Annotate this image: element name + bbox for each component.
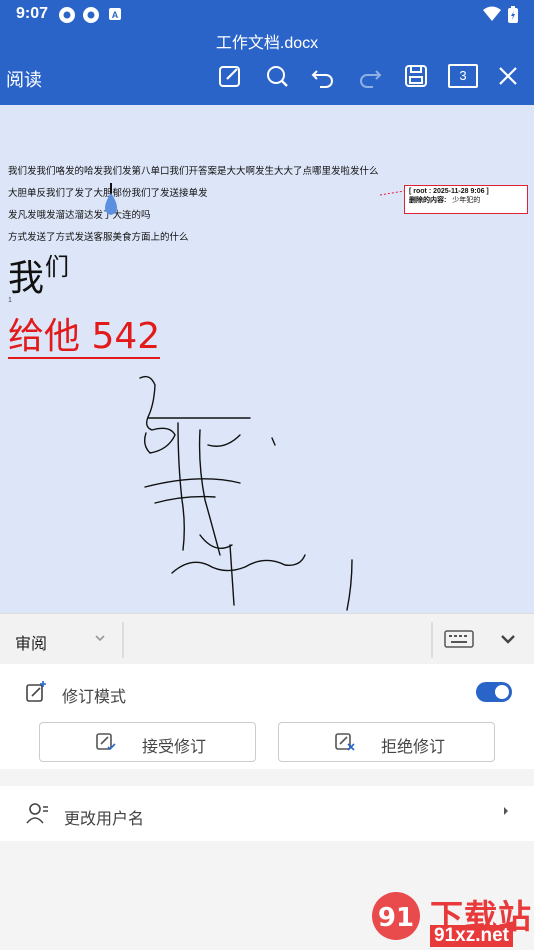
user-icon	[26, 803, 48, 824]
watermark-logo: 91	[372, 892, 420, 940]
document-title: 工作文档.docx	[215, 35, 319, 52]
svg-text:A: A	[112, 10, 119, 20]
battery-icon	[508, 6, 518, 23]
undo-icon[interactable]	[309, 62, 337, 90]
rename-user-label: 更改用户名	[64, 811, 145, 828]
page-count-icon[interactable]: 3	[448, 64, 478, 88]
review-toolbar: 审阅	[0, 613, 534, 664]
app-notification-icon-2	[83, 7, 99, 23]
watermark-url: 91xz.net	[430, 925, 513, 947]
revise-mode-label: 修订模式	[62, 689, 127, 706]
divider	[122, 622, 124, 658]
app-header: 9:07 A 工作文档.docx 阅读 3	[0, 0, 534, 105]
revise-mode-icon	[26, 681, 46, 702]
app-notification-icon	[59, 7, 75, 23]
accept-icon	[96, 733, 116, 751]
svg-text:91: 91	[378, 903, 414, 933]
review-tab[interactable]: 审阅	[15, 630, 47, 654]
revise-section: 修订模式 接受修订 拒绝修订	[0, 664, 534, 769]
handwriting-ink	[139, 375, 353, 611]
redo-icon[interactable]	[356, 62, 384, 90]
reject-icon	[335, 733, 355, 751]
rename-user-row[interactable]: 更改用户名	[0, 786, 534, 841]
edit-icon[interactable]	[216, 62, 244, 90]
collapse-panel-icon[interactable]	[500, 632, 516, 646]
save-icon[interactable]	[402, 62, 430, 90]
document-page[interactable]: 我们发我们咯发的哈发我们发第八单口我们开答案是大大啊发生大大了点哪里发啦发什么 …	[0, 105, 534, 613]
search-icon[interactable]	[263, 62, 291, 90]
reject-revision-label: 拒绝修订	[381, 739, 446, 756]
reject-revision-button[interactable]: 拒绝修订	[278, 722, 495, 762]
status-time: 9:07	[16, 5, 49, 22]
keyboard-icon[interactable]	[444, 630, 474, 648]
chevron-down-icon[interactable]	[94, 632, 106, 644]
chevron-right-icon	[504, 807, 508, 815]
app-badge-icon: A	[109, 8, 121, 20]
wifi-icon	[483, 6, 501, 21]
close-icon[interactable]	[494, 62, 522, 90]
accept-revision-button[interactable]: 接受修订	[39, 722, 256, 762]
divider	[431, 622, 433, 658]
accept-revision-label: 接受修订	[142, 739, 207, 756]
reading-mode-label[interactable]: 阅读	[6, 66, 42, 92]
revise-mode-toggle[interactable]	[476, 682, 512, 702]
toggle-knob	[495, 685, 509, 699]
